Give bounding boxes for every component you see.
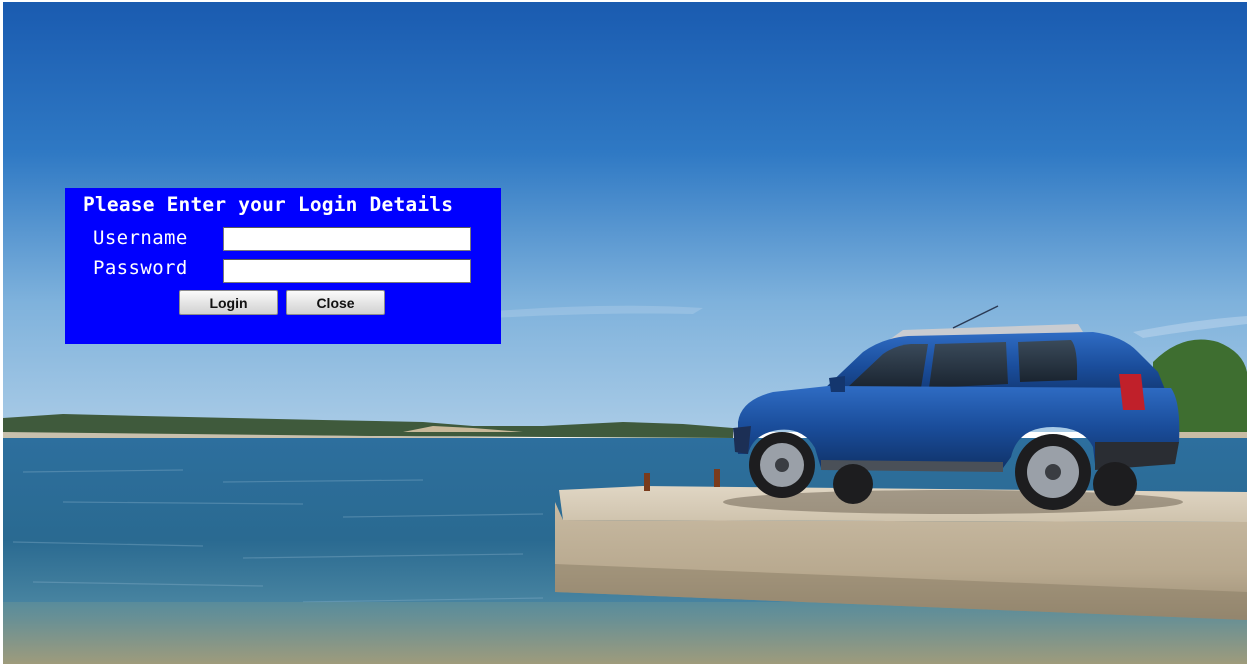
login-panel: Please Enter your Login Details Username… <box>65 188 501 344</box>
close-button[interactable]: Close <box>286 290 385 315</box>
password-input[interactable] <box>223 259 471 283</box>
username-label: Username <box>93 227 188 249</box>
username-input[interactable] <box>223 227 471 251</box>
login-button[interactable]: Login <box>179 290 278 315</box>
password-label: Password <box>93 257 188 279</box>
login-title: Please Enter your Login Details <box>83 193 454 216</box>
